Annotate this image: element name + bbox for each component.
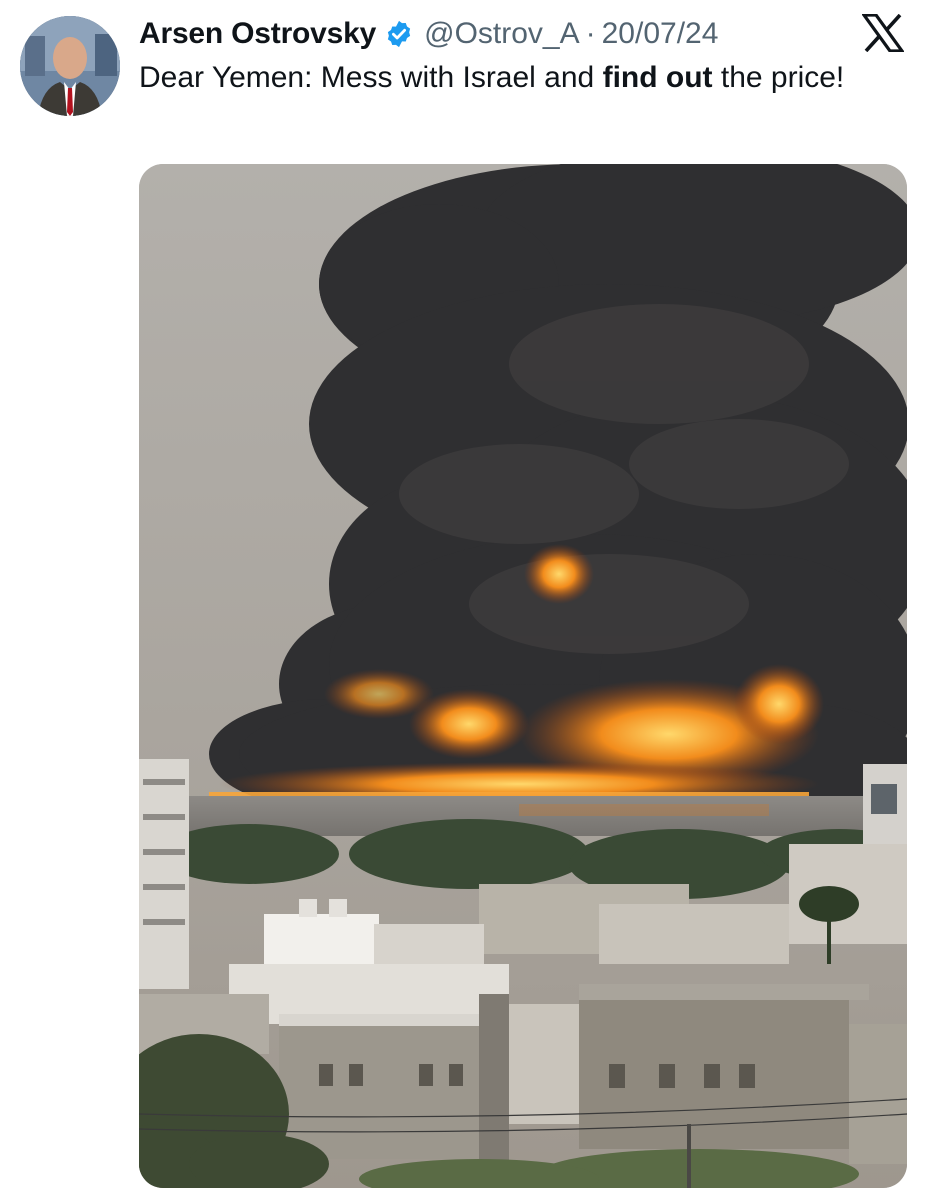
tweet-date[interactable]: 20/07/24 xyxy=(602,14,719,54)
tweet-text-after: the price! xyxy=(712,61,845,94)
tweet-photo[interactable] xyxy=(139,164,907,1188)
author-display-name[interactable]: Arsen Ostrovsky xyxy=(139,14,376,54)
verified-badge-icon xyxy=(384,19,414,49)
avatar[interactable] xyxy=(20,16,120,116)
tweet-text-before: Dear Yemen: Mess with Israel and xyxy=(139,61,603,94)
separator-dot: · xyxy=(585,17,596,50)
x-logo-icon xyxy=(860,13,906,53)
tweet-text-bold: find out xyxy=(602,61,713,94)
tweet-header: Arsen Ostrovsky @Ostrov_A · 20/07/24 xyxy=(139,14,718,54)
tweet-text: Dear Yemen: Mess with Israel and find ou… xyxy=(139,58,899,98)
author-handle[interactable]: @Ostrov_A xyxy=(424,14,580,54)
